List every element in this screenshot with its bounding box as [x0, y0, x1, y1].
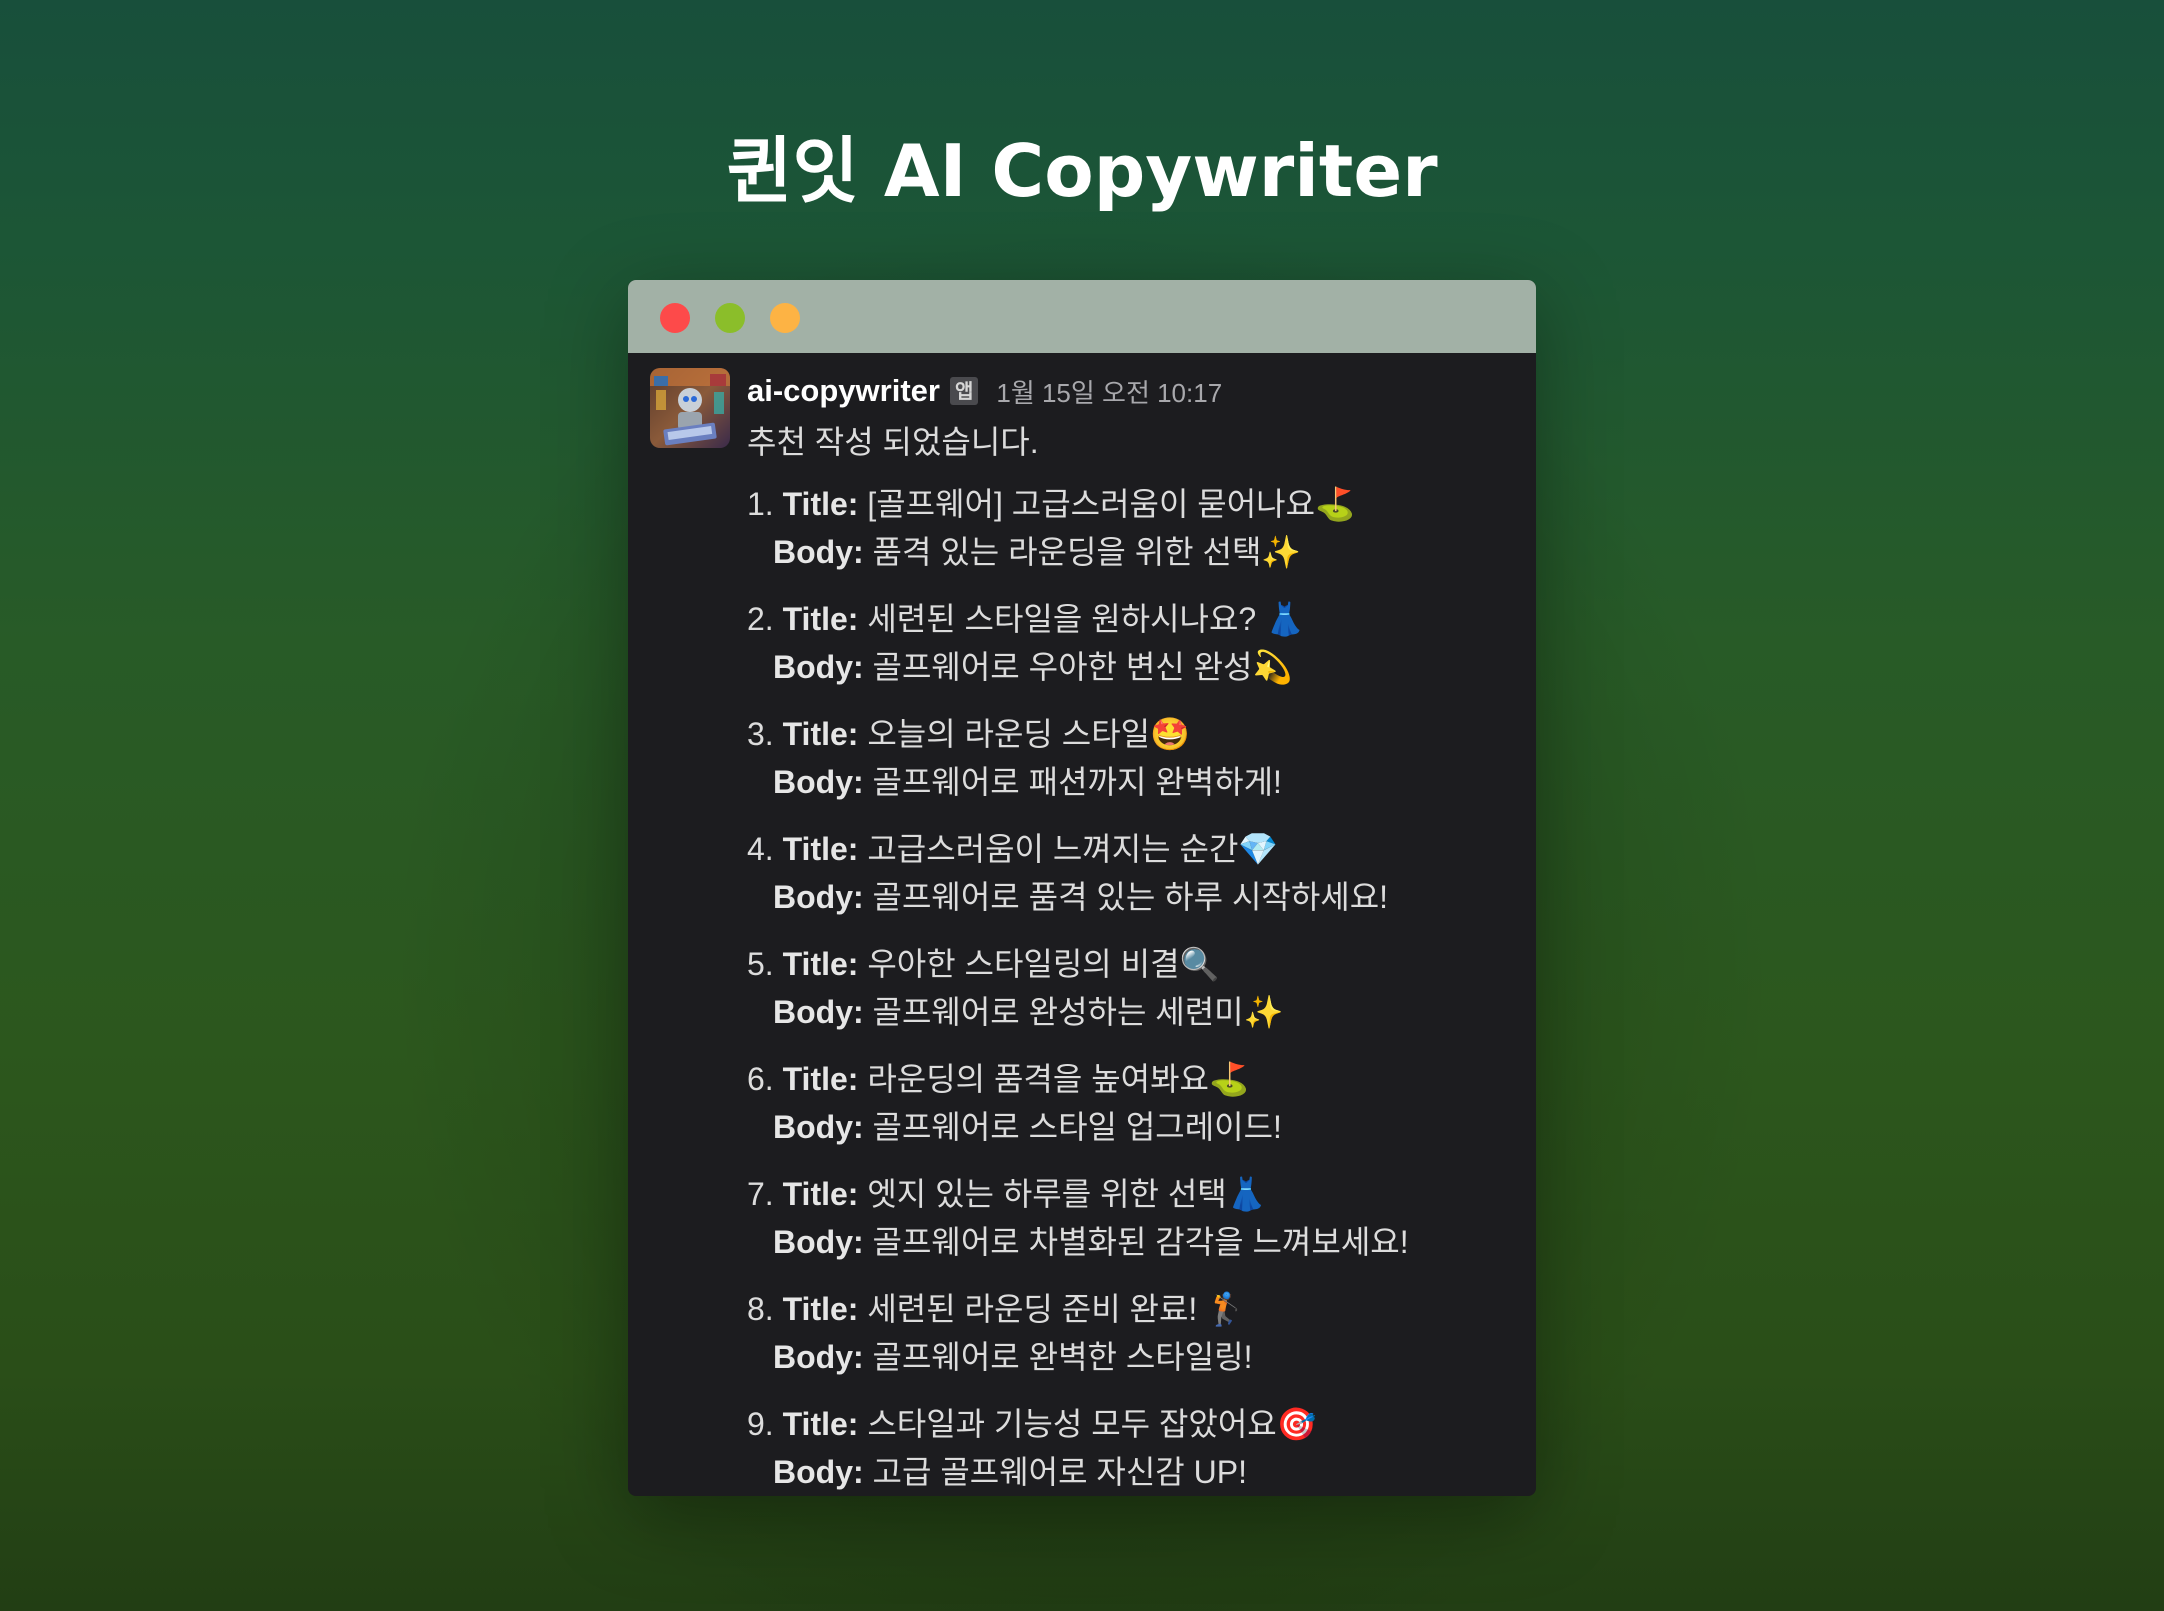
item-body-line: Body: 골프웨어로 완성하는 세련미✨: [747, 988, 1409, 1036]
item-number: 5.: [747, 946, 774, 982]
title-label: Title:: [782, 831, 859, 867]
list-item: 6. Title: 라운딩의 품격을 높여봐요⛳ Body: 골프웨어로 스타일…: [747, 1055, 1409, 1170]
item-title: 세련된 스타일을 원하시나요? 👗: [867, 601, 1305, 637]
item-body-line: Body: 골프웨어로 스타일 업그레이드!: [747, 1103, 1409, 1151]
item-body: 골프웨어로 완벽한 스타일링!: [872, 1339, 1253, 1375]
item-number: 7.: [747, 1176, 774, 1212]
item-title-line: 9. Title: 스타일과 기능성 모두 잡았어요🎯: [747, 1400, 1409, 1448]
item-body: 품격 있는 라운딩을 위한 선택✨: [872, 534, 1302, 570]
body-label: Body:: [773, 1454, 864, 1490]
item-body-line: Body: 골프웨어로 차별화된 감각을 느껴보세요!: [747, 1218, 1409, 1266]
page-title: 퀸잇 AI Copywriter: [726, 129, 1438, 213]
list-item: 5. Title: 우아한 스타일링의 비결🔍 Body: 골프웨어로 완성하는…: [747, 940, 1409, 1055]
list-item: 3. Title: 오늘의 라운딩 스타일🤩 Body: 골프웨어로 패션까지 …: [747, 710, 1409, 825]
item-number: 9.: [747, 1406, 774, 1442]
item-title-line: 3. Title: 오늘의 라운딩 스타일🤩: [747, 710, 1409, 758]
list-item: 2. Title: 세련된 스타일을 원하시나요? 👗 Body: 골프웨어로 …: [747, 595, 1409, 710]
body-label: Body:: [773, 879, 864, 915]
item-number: 4.: [747, 831, 774, 867]
item-title: [골프웨어] 고급스러움이 묻어나요⛳: [867, 486, 1355, 522]
item-number: 3.: [747, 716, 774, 752]
list-item: 8. Title: 세련된 라운딩 준비 완료! 🏌 Body: 골프웨어로 완…: [747, 1285, 1409, 1400]
message-header: ai-copywriter 앱 1월 15일 오전 10:17: [747, 371, 1222, 411]
item-title-line: 6. Title: 라운딩의 품격을 높여봐요⛳: [747, 1055, 1409, 1103]
item-body: 고급 골프웨어로 자신감 UP!: [872, 1454, 1247, 1490]
item-body: 골프웨어로 품격 있는 하루 시작하세요!: [872, 879, 1389, 915]
item-number: 2.: [747, 601, 774, 637]
item-number: 6.: [747, 1061, 774, 1097]
item-title-line: 7. Title: 엣지 있는 하루를 위한 선택👗: [747, 1170, 1409, 1218]
body-label: Body:: [773, 1109, 864, 1145]
item-title: 엣지 있는 하루를 위한 선택👗: [867, 1176, 1267, 1212]
list-item: 1. Title: [골프웨어] 고급스러움이 묻어나요⛳ Body: 품격 있…: [747, 480, 1409, 595]
item-body-line: Body: 품격 있는 라운딩을 위한 선택✨: [747, 528, 1409, 576]
window-titlebar: [628, 280, 1536, 353]
title-label: Title:: [782, 1291, 859, 1327]
item-title: 세련된 라운딩 준비 완료! 🏌: [867, 1291, 1247, 1327]
suggestion-list: 1. Title: [골프웨어] 고급스러움이 묻어나요⛳ Body: 품격 있…: [747, 480, 1409, 1496]
list-item: 7. Title: 엣지 있는 하루를 위한 선택👗 Body: 골프웨어로 차…: [747, 1170, 1409, 1285]
title-label: Title:: [782, 601, 859, 637]
maximize-button[interactable]: [770, 303, 800, 333]
item-title-line: 4. Title: 고급스러움이 느껴지는 순간💎: [747, 825, 1409, 873]
app-badge: 앱: [949, 377, 979, 405]
item-body: 골프웨어로 스타일 업그레이드!: [872, 1109, 1282, 1145]
title-label: Title:: [782, 716, 859, 752]
title-label: Title:: [782, 946, 859, 982]
body-label: Body:: [773, 764, 864, 800]
title-label: Title:: [782, 486, 859, 522]
item-body-line: Body: 골프웨어로 우아한 변신 완성💫: [747, 643, 1409, 691]
item-body-line: Body: 골프웨어로 완벽한 스타일링!: [747, 1333, 1409, 1381]
list-item: 4. Title: 고급스러움이 느껴지는 순간💎 Body: 골프웨어로 품격…: [747, 825, 1409, 940]
item-number: 1.: [747, 486, 774, 522]
item-title-line: 1. Title: [골프웨어] 고급스러움이 묻어나요⛳: [747, 480, 1409, 528]
item-body-line: Body: 골프웨어로 패션까지 완벽하게!: [747, 758, 1409, 806]
item-title-line: 8. Title: 세련된 라운딩 준비 완료! 🏌: [747, 1285, 1409, 1333]
message-timestamp[interactable]: 1월 15일 오전 10:17: [996, 373, 1222, 410]
item-title: 스타일과 기능성 모두 잡았어요🎯: [867, 1406, 1317, 1442]
body-label: Body:: [773, 994, 864, 1030]
item-body: 골프웨어로 차별화된 감각을 느껴보세요!: [872, 1224, 1409, 1260]
minimize-button[interactable]: [715, 303, 745, 333]
item-title: 우아한 스타일링의 비결🔍: [867, 946, 1220, 982]
item-title: 오늘의 라운딩 스타일🤩: [867, 716, 1190, 752]
body-label: Body:: [773, 1224, 864, 1260]
message-intro: 추천 작성 되었습니다.: [747, 424, 1039, 460]
item-title-line: 5. Title: 우아한 스타일링의 비결🔍: [747, 940, 1409, 988]
sender-name[interactable]: ai-copywriter: [747, 373, 940, 409]
body-label: Body:: [773, 534, 864, 570]
item-body: 골프웨어로 완성하는 세련미✨: [872, 994, 1284, 1030]
item-body: 골프웨어로 패션까지 완벽하게!: [872, 764, 1282, 800]
body-label: Body:: [773, 1339, 864, 1375]
item-body: 골프웨어로 우아한 변신 완성💫: [872, 649, 1293, 685]
item-body-line: Body: 고급 골프웨어로 자신감 UP!: [747, 1448, 1409, 1496]
item-title: 라운딩의 품격을 높여봐요⛳: [867, 1061, 1249, 1097]
close-button[interactable]: [660, 303, 690, 333]
item-number: 8.: [747, 1291, 774, 1327]
robot-avatar-icon: [650, 368, 730, 448]
title-label: Title:: [782, 1176, 859, 1212]
chat-window: ai-copywriter 앱 1월 15일 오전 10:17 추천 작성 되었…: [628, 280, 1536, 1496]
avatar[interactable]: [650, 368, 730, 448]
list-item: 9. Title: 스타일과 기능성 모두 잡았어요🎯 Body: 고급 골프웨…: [747, 1400, 1409, 1496]
item-title-line: 2. Title: 세련된 스타일을 원하시나요? 👗: [747, 595, 1409, 643]
body-label: Body:: [773, 649, 864, 685]
title-label: Title:: [782, 1061, 859, 1097]
item-body-line: Body: 골프웨어로 품격 있는 하루 시작하세요!: [747, 873, 1409, 921]
title-label: Title:: [782, 1406, 859, 1442]
item-title: 고급스러움이 느껴지는 순간💎: [867, 831, 1279, 867]
